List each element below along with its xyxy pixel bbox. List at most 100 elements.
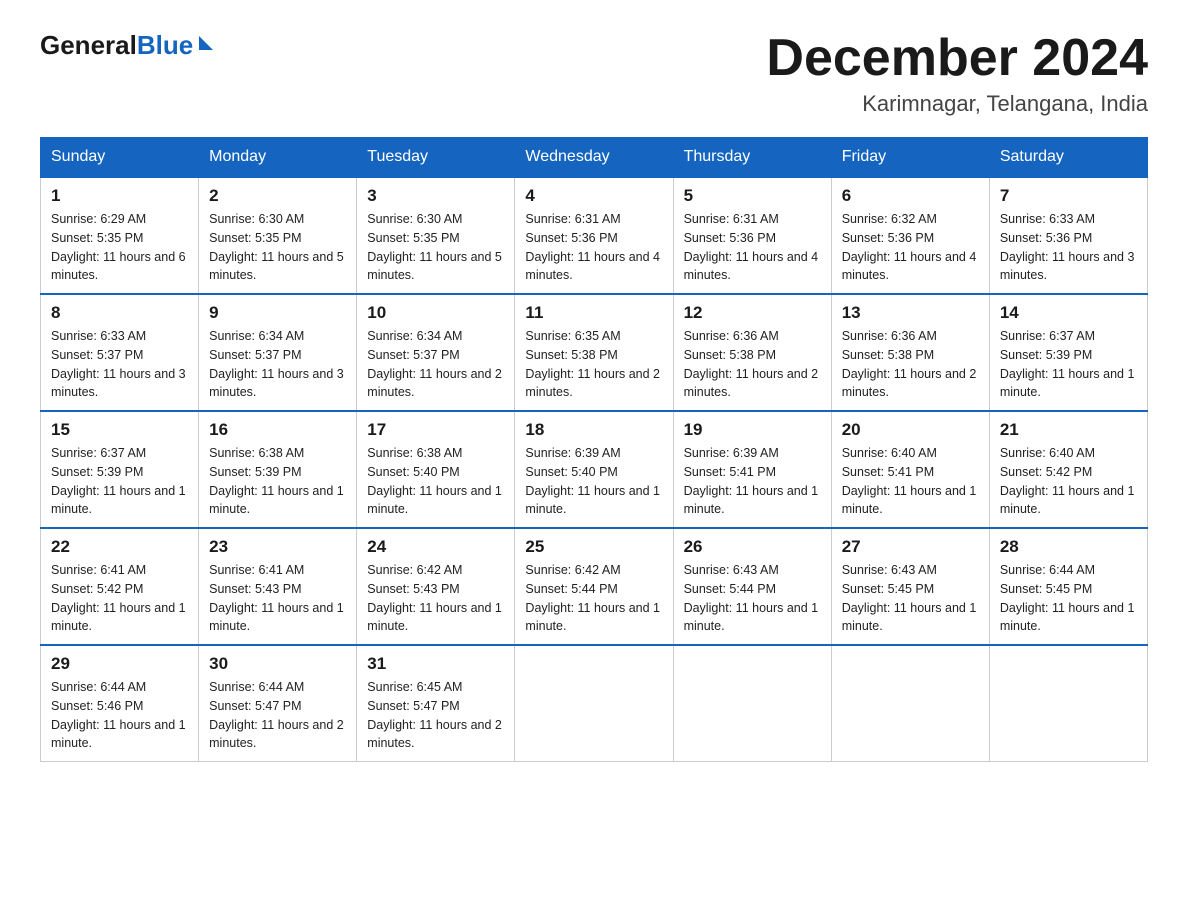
day-info: Sunrise: 6:38 AMSunset: 5:40 PMDaylight:… [367,446,502,516]
weekday-header-thursday: Thursday [673,138,831,178]
calendar-cell: 22 Sunrise: 6:41 AMSunset: 5:42 PMDayligh… [41,528,199,645]
day-info: Sunrise: 6:44 AMSunset: 5:47 PMDaylight:… [209,680,344,750]
week-row-4: 22 Sunrise: 6:41 AMSunset: 5:42 PMDayligh… [41,528,1148,645]
calendar-cell [515,645,673,762]
week-row-1: 1 Sunrise: 6:29 AMSunset: 5:35 PMDaylight… [41,177,1148,294]
day-number: 12 [684,303,821,323]
calendar-cell: 5 Sunrise: 6:31 AMSunset: 5:36 PMDaylight… [673,177,831,294]
calendar-cell: 6 Sunrise: 6:32 AMSunset: 5:36 PMDaylight… [831,177,989,294]
day-info: Sunrise: 6:30 AMSunset: 5:35 PMDaylight:… [209,212,344,282]
calendar-cell: 18Sunrise: 6:39 AMSunset: 5:40 PMDayligh… [515,411,673,528]
day-info: Sunrise: 6:40 AMSunset: 5:41 PMDaylight:… [842,446,977,516]
weekday-header-saturday: Saturday [989,138,1147,178]
day-number: 21 [1000,420,1137,440]
day-info: Sunrise: 6:36 AMSunset: 5:38 PMDaylight:… [684,329,819,399]
day-number: 11 [525,303,662,323]
day-info: Sunrise: 6:34 AMSunset: 5:37 PMDaylight:… [367,329,502,399]
calendar-cell: 17 Sunrise: 6:38 AMSunset: 5:40 PMDayligh… [357,411,515,528]
day-number: 28 [1000,537,1137,557]
calendar-cell: 8 Sunrise: 6:33 AMSunset: 5:37 PMDaylight… [41,294,199,411]
day-number: 25 [525,537,662,557]
day-info: Sunrise: 6:38 AMSunset: 5:39 PMDaylight:… [209,446,344,516]
calendar-cell: 26 Sunrise: 6:43 AMSunset: 5:44 PMDayligh… [673,528,831,645]
calendar-cell: 2 Sunrise: 6:30 AMSunset: 5:35 PMDaylight… [199,177,357,294]
calendar-cell: 31Sunrise: 6:45 AMSunset: 5:47 PMDayligh… [357,645,515,762]
weekday-header-friday: Friday [831,138,989,178]
day-info: Sunrise: 6:39 AMSunset: 5:40 PMDaylight:… [525,446,660,516]
day-info: Sunrise: 6:31 AMSunset: 5:36 PMDaylight:… [684,212,819,282]
day-number: 2 [209,186,346,206]
day-number: 5 [684,186,821,206]
day-number: 23 [209,537,346,557]
day-info: Sunrise: 6:37 AMSunset: 5:39 PMDaylight:… [51,446,186,516]
calendar-cell: 24Sunrise: 6:42 AMSunset: 5:43 PMDayligh… [357,528,515,645]
day-info: Sunrise: 6:34 AMSunset: 5:37 PMDaylight:… [209,329,344,399]
day-info: Sunrise: 6:43 AMSunset: 5:45 PMDaylight:… [842,563,977,633]
calendar-cell: 20 Sunrise: 6:40 AMSunset: 5:41 PMDayligh… [831,411,989,528]
day-info: Sunrise: 6:32 AMSunset: 5:36 PMDaylight:… [842,212,977,282]
day-number: 10 [367,303,504,323]
day-number: 22 [51,537,188,557]
calendar-cell [673,645,831,762]
calendar-cell: 19 Sunrise: 6:39 AMSunset: 5:41 PMDayligh… [673,411,831,528]
calendar-cell: 30 Sunrise: 6:44 AMSunset: 5:47 PMDayligh… [199,645,357,762]
day-info: Sunrise: 6:35 AMSunset: 5:38 PMDaylight:… [525,329,660,399]
day-info: Sunrise: 6:40 AMSunset: 5:42 PMDaylight:… [1000,446,1135,516]
calendar-cell: 15 Sunrise: 6:37 AMSunset: 5:39 PMDayligh… [41,411,199,528]
calendar-cell: 10 Sunrise: 6:34 AMSunset: 5:37 PMDayligh… [357,294,515,411]
calendar-cell: 12 Sunrise: 6:36 AMSunset: 5:38 PMDayligh… [673,294,831,411]
day-info: Sunrise: 6:33 AMSunset: 5:36 PMDaylight:… [1000,212,1135,282]
logo-blue-text: Blue [137,30,193,60]
day-number: 26 [684,537,821,557]
calendar-cell: 14 Sunrise: 6:37 AMSunset: 5:39 PMDayligh… [989,294,1147,411]
day-number: 31 [367,654,504,674]
day-info: Sunrise: 6:31 AMSunset: 5:36 PMDaylight:… [525,212,660,282]
calendar-cell: 3Sunrise: 6:30 AMSunset: 5:35 PMDaylight… [357,177,515,294]
day-info: Sunrise: 6:41 AMSunset: 5:43 PMDaylight:… [209,563,344,633]
day-number: 1 [51,186,188,206]
weekday-header-row: SundayMondayTuesdayWednesdayThursdayFrid… [41,138,1148,178]
day-number: 17 [367,420,504,440]
day-number: 19 [684,420,821,440]
day-number: 15 [51,420,188,440]
day-info: Sunrise: 6:33 AMSunset: 5:37 PMDaylight:… [51,329,186,399]
weekday-header-sunday: Sunday [41,138,199,178]
day-number: 20 [842,420,979,440]
day-info: Sunrise: 6:44 AMSunset: 5:45 PMDaylight:… [1000,563,1135,633]
week-row-5: 29Sunrise: 6:44 AMSunset: 5:46 PMDayligh… [41,645,1148,762]
calendar-subtitle: Karimnagar, Telangana, India [766,91,1148,117]
day-info: Sunrise: 6:41 AMSunset: 5:42 PMDaylight:… [51,563,186,633]
day-info: Sunrise: 6:29 AMSunset: 5:35 PMDaylight:… [51,212,186,282]
day-number: 24 [367,537,504,557]
calendar-cell: 11 Sunrise: 6:35 AMSunset: 5:38 PMDayligh… [515,294,673,411]
calendar-title: December 2024 [766,30,1148,87]
logo: GeneralBlue [40,30,213,61]
day-number: 6 [842,186,979,206]
calendar-cell [831,645,989,762]
day-number: 3 [367,186,504,206]
day-number: 8 [51,303,188,323]
day-number: 30 [209,654,346,674]
weekday-header-monday: Monday [199,138,357,178]
day-number: 9 [209,303,346,323]
day-number: 27 [842,537,979,557]
calendar-cell: 4 Sunrise: 6:31 AMSunset: 5:36 PMDaylight… [515,177,673,294]
calendar-cell: 1 Sunrise: 6:29 AMSunset: 5:35 PMDaylight… [41,177,199,294]
page-header: GeneralBlue December 2024 Karimnagar, Te… [40,30,1148,117]
day-number: 13 [842,303,979,323]
week-row-2: 8 Sunrise: 6:33 AMSunset: 5:37 PMDaylight… [41,294,1148,411]
day-info: Sunrise: 6:37 AMSunset: 5:39 PMDaylight:… [1000,329,1135,399]
day-info: Sunrise: 6:36 AMSunset: 5:38 PMDaylight:… [842,329,977,399]
day-number: 7 [1000,186,1137,206]
day-info: Sunrise: 6:43 AMSunset: 5:44 PMDaylight:… [684,563,819,633]
day-number: 4 [525,186,662,206]
calendar-table: SundayMondayTuesdayWednesdayThursdayFrid… [40,137,1148,762]
title-area: December 2024 Karimnagar, Telangana, Ind… [766,30,1148,117]
calendar-cell: 27 Sunrise: 6:43 AMSunset: 5:45 PMDayligh… [831,528,989,645]
calendar-cell: 29Sunrise: 6:44 AMSunset: 5:46 PMDayligh… [41,645,199,762]
calendar-cell: 16Sunrise: 6:38 AMSunset: 5:39 PMDayligh… [199,411,357,528]
calendar-cell: 13 Sunrise: 6:36 AMSunset: 5:38 PMDayligh… [831,294,989,411]
day-number: 14 [1000,303,1137,323]
day-info: Sunrise: 6:39 AMSunset: 5:41 PMDaylight:… [684,446,819,516]
calendar-cell: 25Sunrise: 6:42 AMSunset: 5:44 PMDayligh… [515,528,673,645]
